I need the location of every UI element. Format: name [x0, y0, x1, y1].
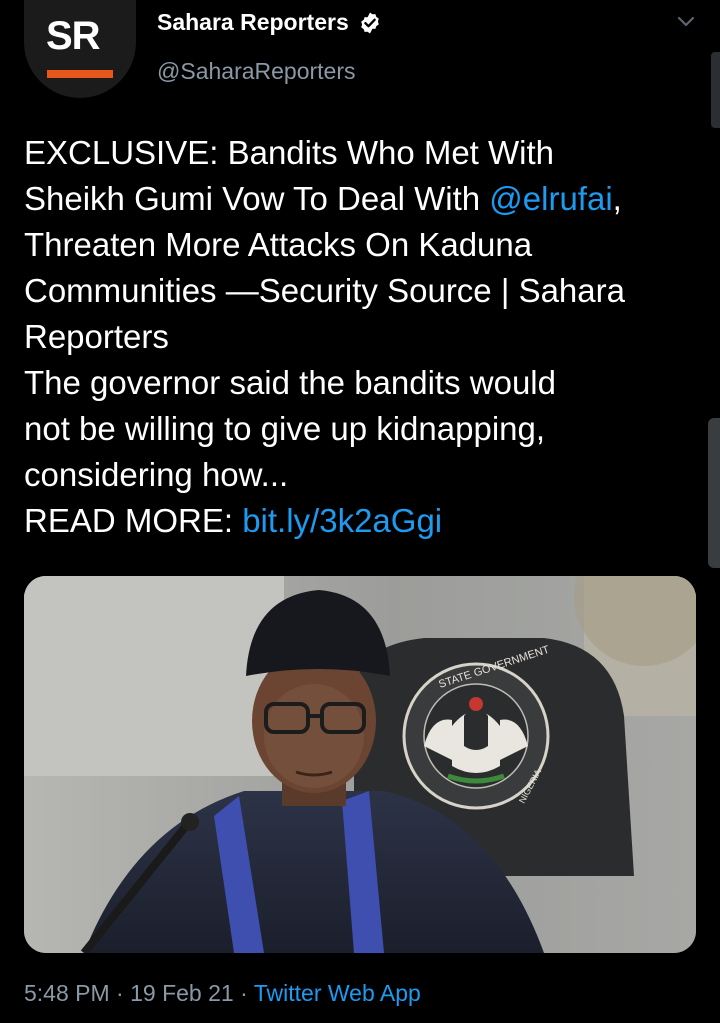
tweet-link[interactable]: @elrufai: [489, 180, 612, 217]
tweet-text: EXCLUSIVE: Bandits Who Met With Sheikh Gu…: [24, 130, 696, 544]
tweet-media-image[interactable]: STATE GOVERNMENT NIGERIA: [24, 576, 696, 953]
tweet-meta: 5:48 PM · 19 Feb 21 · Twitter Web App: [24, 980, 421, 1007]
tweet-text-segment: Communities —Security Source | Sahara: [24, 272, 625, 309]
tweet-text-segment: Threaten More Attacks On Kaduna: [24, 226, 533, 263]
verified-badge-icon: [358, 11, 382, 35]
avatar-logo-bar: [47, 70, 113, 78]
tweet-text-line: Threaten More Attacks On Kaduna: [24, 222, 696, 268]
tweet-text-line: READ MORE: bit.ly/3k2aGgi: [24, 498, 696, 544]
tweet-text-line: Reporters: [24, 314, 696, 360]
tweet-text-line: considering how...: [24, 452, 696, 498]
tweet-time[interactable]: 5:48 PM: [24, 980, 110, 1006]
tweet-text-segment: Sheikh Gumi Vow To Deal With: [24, 180, 490, 217]
tweet-text-segment: The governor said the bandits would: [24, 364, 556, 401]
tweet-date[interactable]: 19 Feb 21: [130, 980, 234, 1006]
tweet-text-segment: not be willing to give up kidnapping,: [24, 410, 546, 447]
tweet-text-line: Sheikh Gumi Vow To Deal With @elrufai,: [24, 176, 696, 222]
tweet-source-link[interactable]: Twitter Web App: [254, 980, 421, 1006]
scroll-handle[interactable]: [708, 418, 720, 568]
tweet-text-segment: EXCLUSIVE: Bandits Who Met With: [24, 134, 555, 171]
meta-separator: ·: [240, 980, 248, 1006]
tweet-text-line: not be willing to give up kidnapping,: [24, 406, 696, 452]
scrollbar-top: [711, 52, 720, 128]
author-display-name[interactable]: Sahara Reporters: [157, 9, 349, 36]
author-handle[interactable]: @SaharaReporters: [157, 58, 356, 85]
tweet-text-line: EXCLUSIVE: Bandits Who Met With: [24, 130, 696, 176]
avatar-logo-text: SR: [46, 14, 101, 58]
chevron-down-icon[interactable]: [674, 12, 698, 32]
tweet-text-segment: READ MORE:: [24, 502, 243, 539]
tweet-text-segment: ,: [612, 180, 622, 217]
tweet-text-segment: Reporters: [24, 318, 169, 355]
tweet-text-segment: considering how...: [24, 456, 289, 493]
meta-separator: ·: [116, 980, 124, 1006]
tweet-link[interactable]: bit.ly/3k2aGgi: [242, 502, 442, 539]
tweet-text-line: The governor said the bandits would: [24, 360, 696, 406]
tweet-text-line: Communities —Security Source | Sahara: [24, 268, 696, 314]
author-name-row[interactable]: Sahara Reporters: [157, 9, 382, 36]
avatar[interactable]: SR: [24, 0, 136, 98]
